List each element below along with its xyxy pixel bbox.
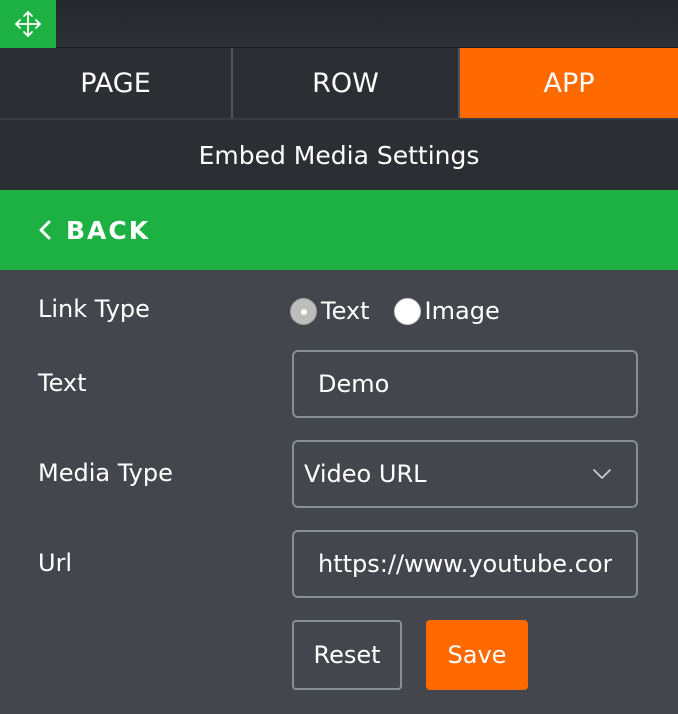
link-type-radio-image[interactable]	[393, 297, 421, 325]
text-input[interactable]	[292, 350, 638, 418]
url-label: Url	[38, 549, 73, 577]
link-type-label: Link Type	[38, 295, 150, 323]
settings-tabs: PAGE ROW APP	[0, 48, 678, 118]
media-type-select[interactable]: Video URL	[292, 440, 638, 508]
panel-drag-bar[interactable]	[0, 0, 678, 48]
back-button[interactable]: BACK	[0, 190, 678, 270]
tab-row[interactable]: ROW	[233, 48, 460, 118]
embed-media-settings-panel: PAGE ROW APP Embed Media Settings BACK L…	[0, 0, 678, 714]
link-type-option-image[interactable]: Image	[425, 297, 500, 325]
settings-title: Embed Media Settings	[0, 118, 678, 190]
chevron-down-icon	[593, 469, 611, 479]
text-label: Text	[38, 369, 87, 397]
url-input[interactable]	[292, 530, 638, 598]
back-label: BACK	[66, 215, 151, 245]
link-type-radio-group: Text Image	[290, 294, 500, 328]
save-button[interactable]: Save	[426, 620, 528, 690]
tab-app[interactable]: APP	[460, 48, 678, 118]
media-type-label: Media Type	[38, 459, 173, 487]
media-type-selected-value: Video URL	[304, 460, 427, 488]
reset-button[interactable]: Reset	[292, 620, 402, 690]
tab-page[interactable]: PAGE	[0, 48, 233, 118]
move-arrows-icon	[15, 11, 41, 37]
chevron-left-icon	[39, 220, 51, 240]
drag-handle[interactable]	[0, 0, 56, 48]
link-type-radio-text[interactable]	[290, 297, 317, 325]
link-type-option-text[interactable]: Text	[321, 297, 370, 325]
